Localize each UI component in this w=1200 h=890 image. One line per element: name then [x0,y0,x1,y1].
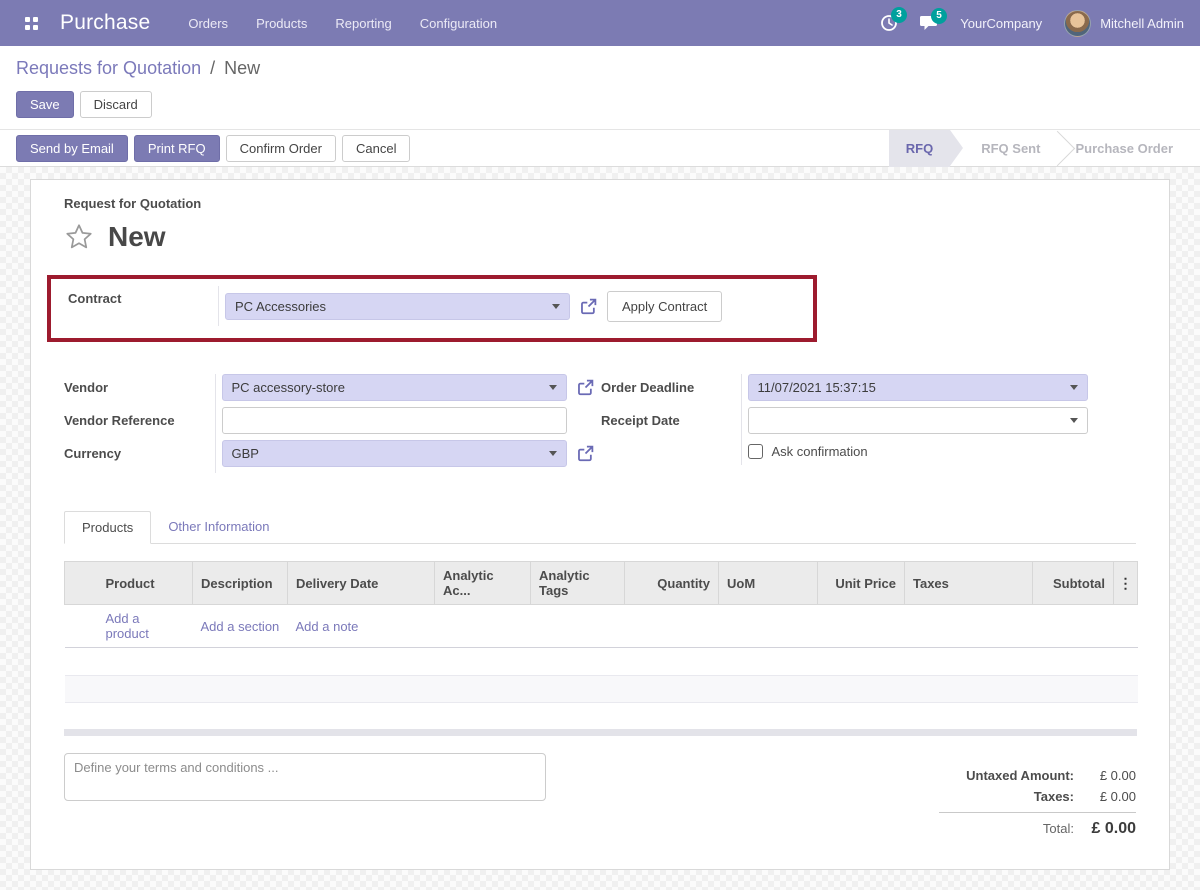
order-deadline-select[interactable]: 11/07/2021 15:37:15 [748,374,1088,401]
contract-label: Contract [68,286,219,326]
vendor-reference-label: Vendor Reference [64,407,215,440]
breadcrumb-current: New [224,58,260,78]
terms-and-conditions-input[interactable] [64,753,546,801]
currency-external-link-icon[interactable] [576,444,595,463]
order-lines-table: Product Description Delivery Date Analyt… [64,561,1138,727]
add-line-row: Add a product Add a section Add a note [65,605,1138,648]
col-header-delivery-date[interactable]: Delivery Date [288,562,435,605]
cancel-button[interactable]: Cancel [342,135,410,162]
notebook-tabs: Products Other Information [64,511,1136,544]
contract-value: PC Accessories [235,299,544,314]
add-a-section-link[interactable]: Add a section [201,619,280,634]
menu-configuration[interactable]: Configuration [408,10,509,37]
order-deadline-label: Order Deadline [601,374,741,407]
row-handle-column [65,562,98,605]
form-view-background: Request for Quotation New Contract PC Ac… [0,167,1200,890]
user-name: Mitchell Admin [1100,16,1184,31]
breadcrumb: Requests for Quotation / New [16,58,1184,79]
contract-highlight-box: Contract PC Accessories Apply Contract [47,275,817,342]
col-header-analytic-account[interactable]: Analytic Ac... [435,562,531,605]
order-deadline-value: 11/07/2021 15:37:15 [758,380,1062,395]
untaxed-amount-value: £ 0.00 [1088,768,1136,783]
app-name[interactable]: Purchase [60,11,150,35]
empty-row [65,703,1138,727]
confirm-order-button[interactable]: Confirm Order [226,135,336,162]
ask-confirmation-label: Ask confirmation [772,444,868,459]
order-totals: Untaxed Amount: £ 0.00 Taxes: £ 0.00 Tot… [939,765,1136,841]
tab-other-information[interactable]: Other Information [151,511,286,543]
column-options-icon[interactable]: ⋮ [1114,562,1138,605]
currency-label: Currency [64,440,215,473]
message-count-badge: 5 [931,8,947,24]
col-header-taxes[interactable]: Taxes [905,562,1033,605]
send-by-email-button[interactable]: Send by Email [16,135,128,162]
empty-row [65,676,1138,703]
currency-select[interactable]: GBP [222,440,567,467]
untaxed-amount-label: Untaxed Amount: [966,768,1074,783]
state-rfq[interactable]: RFQ [889,130,950,167]
vendor-external-link-icon[interactable] [576,378,595,397]
contract-external-link-icon[interactable] [579,297,598,316]
col-header-subtotal[interactable]: Subtotal [1033,562,1114,605]
contract-select[interactable]: PC Accessories [225,293,570,320]
breadcrumb-parent[interactable]: Requests for Quotation [16,58,201,78]
favorite-star-icon[interactable] [64,222,94,252]
totals-divider [939,812,1136,813]
apps-menu-icon[interactable] [16,8,46,38]
taxes-value: £ 0.00 [1088,789,1136,804]
table-header-row: Product Description Delivery Date Analyt… [65,562,1138,605]
vendor-value: PC accessory-store [232,380,541,395]
total-label: Total: [1043,821,1074,836]
col-header-uom[interactable]: UoM [719,562,818,605]
menu-products[interactable]: Products [244,10,319,37]
company-switcher[interactable]: YourCompany [960,16,1042,31]
receipt-date-input[interactable] [748,407,1088,434]
col-header-product[interactable]: Product [98,562,193,605]
activities-icon[interactable]: 3 [880,14,898,32]
record-title: New [108,221,166,253]
vendor-reference-input[interactable] [222,407,567,434]
col-header-quantity[interactable]: Quantity [625,562,719,605]
taxes-label: Taxes: [1034,789,1074,804]
left-field-group: Vendor PC accessory-store [64,374,601,473]
apply-contract-button[interactable]: Apply Contract [607,291,722,322]
col-header-unit-price[interactable]: Unit Price [818,562,905,605]
currency-value: GBP [232,446,541,461]
breadcrumb-separator: / [210,58,215,78]
caret-down-icon [552,304,560,309]
form-subtitle: Request for Quotation [64,196,1136,211]
caret-down-icon [549,451,557,456]
main-menu: Orders Products Reporting Configuration [176,10,509,37]
user-avatar [1064,10,1091,37]
caret-down-icon [549,385,557,390]
right-field-group: Order Deadline 11/07/2021 15:37:15 Recei… [601,374,1136,473]
add-a-product-link[interactable]: Add a product [106,611,149,641]
save-button[interactable]: Save [16,91,74,118]
vendor-select[interactable]: PC accessory-store [222,374,567,401]
print-rfq-button[interactable]: Print RFQ [134,135,220,162]
col-header-description[interactable]: Description [193,562,288,605]
tab-products[interactable]: Products [64,511,151,544]
add-a-note-link[interactable]: Add a note [296,619,359,634]
caret-down-icon [1070,385,1078,390]
top-navbar: Purchase Orders Products Reporting Confi… [0,0,1200,46]
table-horizontal-scrollbar[interactable] [64,729,1137,736]
empty-row [65,648,1138,676]
caret-down-icon [1070,418,1078,423]
discard-button[interactable]: Discard [80,91,152,118]
receipt-date-label: Receipt Date [601,407,741,440]
control-panel: Requests for Quotation / New Save Discar… [0,46,1200,129]
state-purchase-order[interactable]: Purchase Order [1058,130,1190,167]
menu-orders[interactable]: Orders [176,10,240,37]
messages-icon[interactable]: 5 [920,15,938,32]
col-header-analytic-tags[interactable]: Analytic Tags [531,562,625,605]
menu-reporting[interactable]: Reporting [323,10,403,37]
statusbar: Send by Email Print RFQ Confirm Order Ca… [0,129,1200,167]
state-steps: RFQ RFQ Sent Purchase Order [889,130,1190,167]
user-menu[interactable]: Mitchell Admin [1064,10,1184,37]
vendor-label: Vendor [64,374,215,407]
activity-count-badge: 3 [891,7,907,23]
form-sheet: Request for Quotation New Contract PC Ac… [30,179,1170,870]
ask-confirmation-checkbox[interactable] [748,444,763,459]
